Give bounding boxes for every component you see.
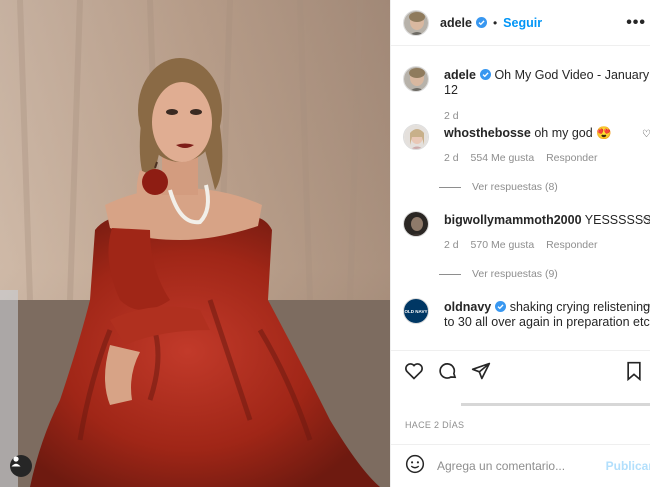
heart-icon[interactable] bbox=[404, 361, 424, 386]
verified-badge-icon bbox=[495, 301, 507, 312]
view-replies-button[interactable]: Ver respuestas (9) bbox=[439, 267, 650, 282]
more-options-icon[interactable]: ••• bbox=[626, 14, 646, 32]
author-avatar[interactable] bbox=[403, 9, 429, 36]
comment-composer: Publicar bbox=[391, 444, 650, 487]
comment-username[interactable]: bigwollymammoth2000 bbox=[444, 213, 582, 227]
comment-likes[interactable]: 570 Me gusta bbox=[471, 239, 535, 251]
emoji-icon[interactable] bbox=[405, 454, 425, 479]
comment-avatar[interactable] bbox=[403, 124, 429, 150]
comments-list[interactable]: adele Oh My God Video - January 12 2 d w… bbox=[391, 47, 650, 349]
caption-age: 2 d bbox=[444, 110, 459, 122]
likes-row-placeholder bbox=[461, 403, 650, 406]
author-username[interactable]: adele bbox=[440, 16, 472, 30]
reply-divider bbox=[439, 274, 461, 275]
verified-badge-icon bbox=[479, 69, 491, 80]
share-icon[interactable] bbox=[471, 361, 491, 386]
comment-username[interactable]: oldnavy bbox=[444, 300, 491, 314]
post-header: adele • Seguir ••• bbox=[391, 0, 650, 46]
view-replies-label: Ver respuestas (9) bbox=[472, 268, 558, 280]
heart-icon[interactable]: ♡ bbox=[642, 129, 650, 140]
view-replies-label: Ver respuestas (8) bbox=[472, 181, 558, 193]
reply-divider bbox=[439, 187, 461, 188]
verified-badge-icon bbox=[475, 17, 487, 28]
reply-button[interactable]: Responder bbox=[546, 239, 597, 251]
photo-artwork bbox=[0, 0, 390, 487]
comment-age: 2 d bbox=[444, 239, 459, 251]
post-photo[interactable] bbox=[0, 0, 390, 487]
comment-avatar[interactable]: OLD NAVY bbox=[403, 298, 429, 324]
comment-text: oh my god 😍 bbox=[534, 126, 612, 140]
publish-button[interactable]: Publicar bbox=[606, 459, 650, 473]
bookmark-icon[interactable] bbox=[625, 361, 643, 386]
follow-button[interactable]: Seguir bbox=[503, 16, 542, 30]
comment-age: 2 d bbox=[444, 152, 459, 164]
comment-input[interactable] bbox=[437, 459, 607, 473]
user-tag-icon[interactable] bbox=[10, 455, 32, 477]
comment-username[interactable]: whosthebosse bbox=[444, 126, 531, 140]
post-panel: adele • Seguir ••• adele Oh My God Video… bbox=[390, 0, 650, 487]
comment-text: YESSSSSS bbox=[584, 213, 650, 227]
post-timestamp: HACE 2 DÍAS bbox=[405, 420, 465, 430]
view-replies-button[interactable]: Ver respuestas (8) bbox=[439, 180, 650, 195]
reply-button[interactable]: Responder bbox=[546, 152, 597, 164]
separator-dot: • bbox=[492, 15, 498, 30]
heart-icon[interactable]: ♡ bbox=[642, 303, 650, 314]
heart-icon[interactable]: ♡ bbox=[642, 216, 650, 227]
caption-avatar[interactable] bbox=[403, 66, 429, 92]
comment-avatar[interactable] bbox=[403, 211, 429, 237]
caption-username[interactable]: adele bbox=[444, 68, 476, 82]
comment-likes[interactable]: 554 Me gusta bbox=[471, 152, 535, 164]
post-actions bbox=[391, 350, 650, 394]
comment-icon[interactable] bbox=[438, 361, 458, 386]
oldnavy-logo-text: OLD NAVY bbox=[404, 308, 428, 314]
